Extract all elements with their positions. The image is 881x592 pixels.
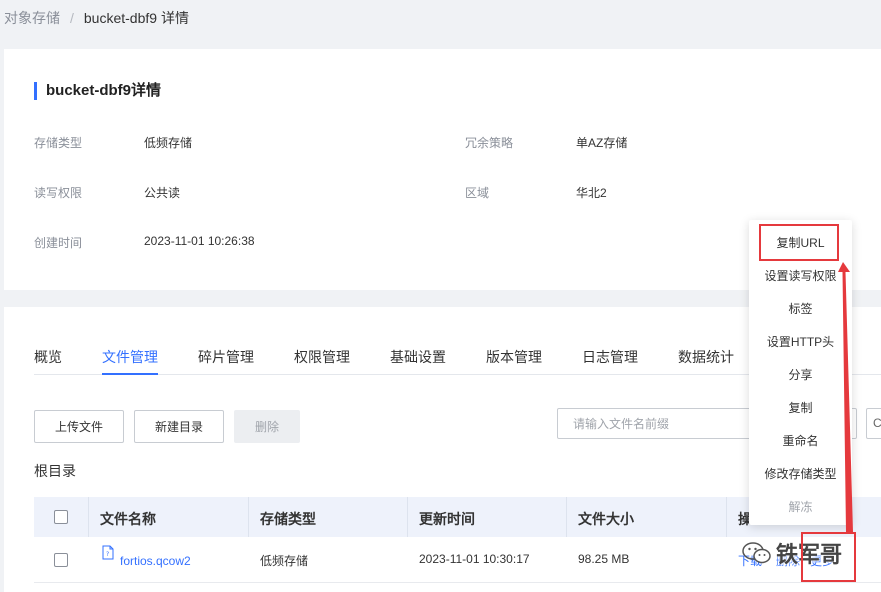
header-updated-time: 更新时间	[419, 511, 475, 527]
header-storage-type: 存储类型	[260, 511, 316, 527]
file-size: 98.25 MB	[578, 552, 630, 566]
file-updated-time: 2023-11-01 10:30:17	[419, 552, 530, 566]
svg-text:?: ?	[106, 551, 109, 558]
header-file-size: 文件大小	[578, 511, 634, 527]
tab-fragment-management[interactable]: 碎片管理	[198, 347, 254, 367]
menu-item-tags[interactable]: 标签	[749, 299, 852, 319]
menu-item-set-http-headers[interactable]: 设置HTTP头	[749, 332, 852, 352]
more-link-highlight	[801, 532, 856, 582]
breadcrumb: 对象存储 / bucket-dbf9 详情	[4, 8, 189, 28]
storage-type-value: 低频存储	[144, 136, 193, 150]
storage-type-label: 存储类型	[34, 136, 83, 150]
region-value: 华北2	[576, 186, 607, 200]
breadcrumb-separator: /	[70, 10, 74, 26]
created-value: 2023-11-01 10:26:38	[144, 234, 255, 248]
search-extra-control[interactable]: C	[866, 408, 881, 439]
more-actions-menu: 复制URL 设置读写权限 标签 设置HTTP头 分享 复制 重命名 修改存储类型…	[749, 220, 852, 525]
redundancy-value: 单AZ存储	[576, 136, 628, 150]
column-divider	[407, 497, 408, 537]
menu-item-copy[interactable]: 复制	[749, 398, 852, 418]
menu-item-unfreeze: 解冻	[788, 500, 813, 514]
select-all-checkbox[interactable]	[54, 510, 68, 524]
file-name-link[interactable]: fortios.qcow2	[120, 554, 191, 568]
column-divider	[566, 497, 567, 537]
upload-file-button[interactable]: 上传文件	[34, 410, 124, 443]
breadcrumb-current: bucket-dbf9 详情	[83, 10, 189, 26]
row-checkbox[interactable]	[54, 553, 68, 567]
column-divider	[726, 497, 727, 537]
column-divider	[248, 497, 249, 537]
root-directory-label: 根目录	[34, 463, 76, 479]
delete-button[interactable]: 删除	[234, 410, 300, 443]
menu-item-share[interactable]: 分享	[749, 365, 852, 385]
file-storage-type: 低频存储	[260, 554, 309, 568]
file-icon: ?	[102, 545, 114, 560]
region-label: 区域	[465, 186, 490, 200]
access-value: 公共读	[144, 186, 181, 200]
tab-permission-management[interactable]: 权限管理	[294, 347, 350, 367]
tab-data-statistics[interactable]: 数据统计	[678, 347, 734, 367]
wechat-icon	[742, 542, 771, 564]
column-divider	[88, 497, 89, 537]
new-folder-button[interactable]: 新建目录	[134, 410, 224, 443]
tab-overview[interactable]: 概览	[34, 347, 62, 367]
tab-log-management[interactable]: 日志管理	[582, 347, 638, 367]
tab-version-management[interactable]: 版本管理	[486, 347, 542, 367]
tab-file-management[interactable]: 文件管理	[102, 347, 158, 367]
menu-item-set-permission[interactable]: 设置读写权限	[749, 266, 852, 286]
tab-basic-settings[interactable]: 基础设置	[390, 347, 446, 367]
redundancy-label: 冗余策略	[465, 136, 514, 150]
header-file-name: 文件名称	[100, 511, 156, 527]
created-label: 创建时间	[34, 236, 83, 250]
active-tab-indicator	[102, 373, 158, 375]
breadcrumb-root[interactable]: 对象存储	[4, 8, 60, 28]
access-label: 读写权限	[34, 186, 83, 200]
copy-url-highlight	[759, 224, 839, 261]
menu-item-rename[interactable]: 重命名	[749, 431, 852, 451]
page-title: bucket-dbf9详情	[34, 82, 161, 100]
menu-item-change-storage-type[interactable]: 修改存储类型	[749, 464, 852, 484]
